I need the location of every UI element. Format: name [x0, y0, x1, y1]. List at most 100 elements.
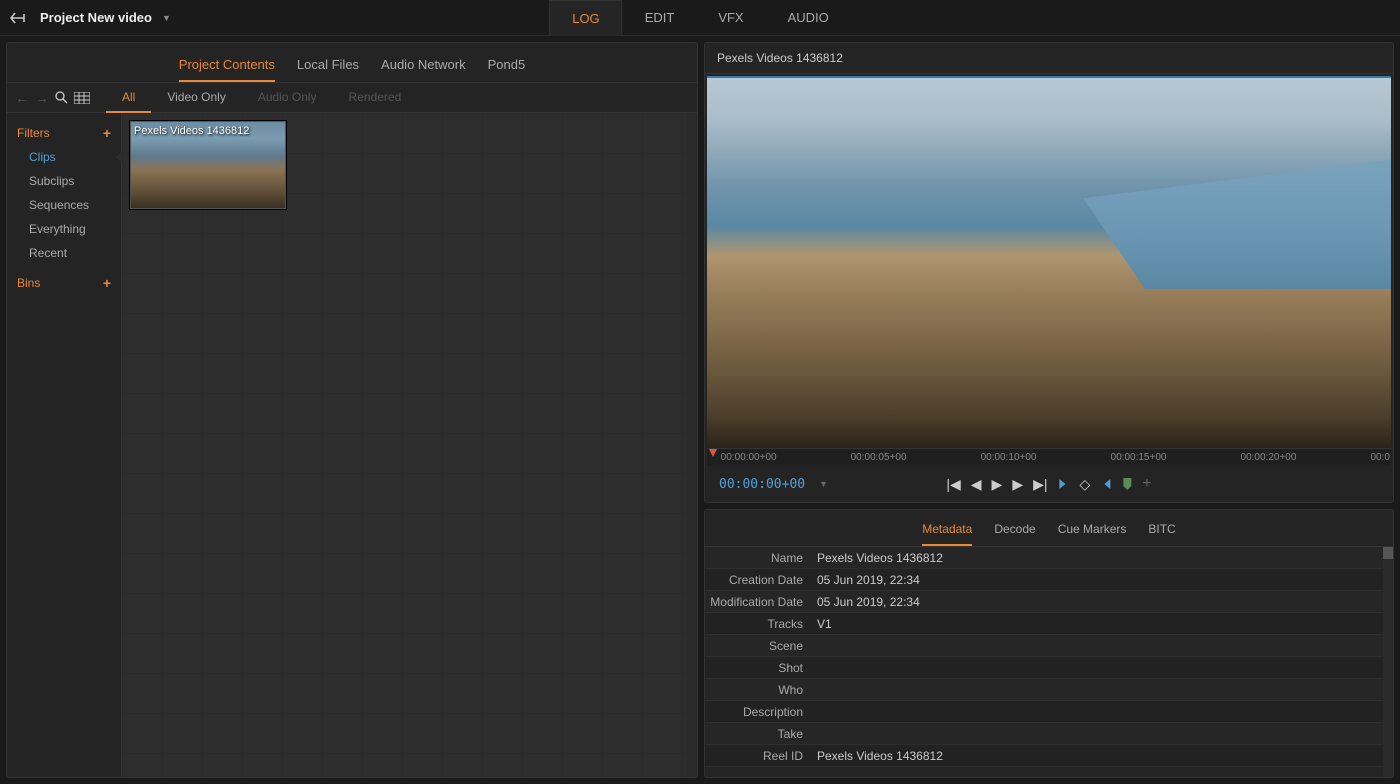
sidebar-bins-header: Bins +	[7, 271, 121, 295]
filter-all[interactable]: All	[106, 83, 151, 113]
metadata-row: Who	[705, 679, 1393, 701]
playhead-icon[interactable]	[709, 449, 717, 457]
timeline-ruler[interactable]: 00:00:00+00 00:00:05+00 00:00:10+00 00:0…	[707, 448, 1391, 466]
chevron-down-icon[interactable]: ▼	[819, 479, 828, 489]
tab-audio[interactable]: AUDIO	[766, 0, 851, 36]
tab-cue-markers[interactable]: Cue Markers	[1058, 516, 1127, 546]
metadata-body: NamePexels Videos 1436812 Creation Date0…	[705, 547, 1393, 777]
tab-edit[interactable]: EDIT	[623, 0, 697, 36]
filter-video-only[interactable]: Video Only	[151, 83, 241, 113]
ruler-mark: 00:0	[1370, 452, 1389, 463]
go-to-start-button[interactable]: |◀	[946, 476, 960, 493]
meta-label: Take	[705, 727, 811, 741]
top-bar: Project New video ▼ LOG EDIT VFX AUDIO	[0, 0, 1400, 36]
step-back-button[interactable]: ◀	[971, 476, 982, 493]
tab-log[interactable]: LOG	[549, 0, 622, 36]
tab-local-files[interactable]: Local Files	[297, 51, 359, 82]
add-bin-button[interactable]: +	[103, 275, 111, 291]
source-tabs: Project Contents Local Files Audio Netwo…	[7, 43, 697, 83]
metadata-row: Shot	[705, 657, 1393, 679]
main-area: Project Contents Local Files Audio Netwo…	[0, 36, 1400, 784]
sidebar: Filters + Clips Subclips Sequences Every…	[7, 113, 122, 777]
meta-value[interactable]: Pexels Videos 1436812	[811, 551, 943, 565]
scrollbar-thumb[interactable]	[1383, 547, 1393, 559]
meta-label: Description	[705, 705, 811, 719]
sidebar-item-subclips[interactable]: Subclips	[7, 169, 121, 193]
filter-rendered[interactable]: Rendered	[333, 83, 418, 113]
browser-panel: Project Contents Local Files Audio Netwo…	[6, 42, 698, 778]
play-button[interactable]: ▶	[992, 476, 1003, 493]
project-title-dropdown[interactable]: Project New video ▼	[40, 10, 171, 25]
metadata-row: Description	[705, 701, 1393, 723]
tab-bitc[interactable]: BITC	[1148, 516, 1175, 546]
meta-value[interactable]: 05 Jun 2019, 22:34	[811, 573, 920, 587]
metadata-row: Reel IDPexels Videos 1436812	[705, 745, 1393, 767]
clear-marks-button[interactable]: ◇	[1080, 476, 1091, 493]
filter-audio-only[interactable]: Audio Only	[242, 83, 333, 113]
metadata-tabs: Metadata Decode Cue Markers BITC	[705, 510, 1393, 547]
ruler-mark: 00:00:05+00	[851, 452, 907, 463]
meta-value[interactable]: Pexels Videos 1436812	[811, 749, 943, 763]
tab-decode[interactable]: Decode	[994, 516, 1035, 546]
sidebar-filters-header: Filters +	[7, 121, 121, 145]
meta-label: Tracks	[705, 617, 811, 631]
clip-grid[interactable]: Pexels Videos 1436812	[122, 113, 697, 777]
meta-label: Scene	[705, 639, 811, 653]
step-forward-button[interactable]: ▶	[1012, 476, 1023, 493]
filters-label: Filters	[17, 126, 50, 140]
meta-label: Shot	[705, 661, 811, 675]
meta-value[interactable]: 05 Jun 2019, 22:34	[811, 595, 920, 609]
workspace-tabs: LOG EDIT VFX AUDIO	[549, 0, 851, 36]
sidebar-item-recent[interactable]: Recent	[7, 241, 121, 265]
metadata-scrollbar[interactable]	[1383, 547, 1393, 777]
meta-label: Name	[705, 551, 811, 565]
sidebar-item-sequences[interactable]: Sequences	[7, 193, 121, 217]
metadata-panel: Metadata Decode Cue Markers BITC NamePex…	[704, 509, 1394, 778]
clip-thumbnail[interactable]: Pexels Videos 1436812	[130, 121, 286, 209]
meta-label: Reel ID	[705, 749, 811, 763]
tab-metadata[interactable]: Metadata	[922, 516, 972, 546]
metadata-row: TracksV1	[705, 613, 1393, 635]
transport-controls: 00:00:00+00 ▼ |◀ ◀ ▶ ▶ ▶| ◇ +	[705, 466, 1393, 502]
metadata-row: Modification Date05 Jun 2019, 22:34	[705, 591, 1393, 613]
project-title-label: Project New video	[40, 10, 152, 25]
go-to-end-button[interactable]: ▶|	[1033, 476, 1047, 493]
bins-label: Bins	[17, 276, 40, 290]
viewer-panel: Pexels Videos 1436812 00:00:00+00 00:00:…	[704, 42, 1394, 503]
add-marker-button[interactable]	[1122, 477, 1132, 491]
ruler-mark: 00:00:20+00	[1241, 452, 1297, 463]
tab-vfx[interactable]: VFX	[696, 0, 765, 36]
nav-forward-icon[interactable]: →	[35, 90, 49, 106]
meta-value[interactable]: V1	[811, 617, 832, 631]
meta-label: Who	[705, 683, 811, 697]
timecode-display[interactable]: 00:00:00+00	[719, 477, 805, 492]
tab-pond5[interactable]: Pond5	[488, 51, 526, 82]
metadata-row: NamePexels Videos 1436812	[705, 547, 1393, 569]
clip-grid-scrollbar[interactable]	[687, 113, 697, 777]
mark-out-button[interactable]	[1100, 477, 1112, 491]
back-icon[interactable]	[10, 10, 28, 26]
video-preview	[707, 78, 1391, 448]
metadata-row: Creation Date05 Jun 2019, 22:34	[705, 569, 1393, 591]
sidebar-item-everything[interactable]: Everything	[7, 217, 121, 241]
mark-in-button[interactable]	[1058, 477, 1070, 491]
metadata-row: Take	[705, 723, 1393, 745]
nav-back-icon[interactable]: ←	[15, 90, 29, 106]
meta-label: Modification Date	[705, 595, 811, 609]
metadata-row: Scene	[705, 635, 1393, 657]
tab-audio-network[interactable]: Audio Network	[381, 51, 466, 82]
ruler-mark: 00:00:10+00	[981, 452, 1037, 463]
viewer-frame[interactable]	[707, 76, 1391, 448]
search-icon[interactable]	[55, 91, 68, 104]
add-button[interactable]: +	[1142, 475, 1151, 493]
sidebar-item-clips[interactable]: Clips	[7, 145, 121, 169]
filter-row: ← → All Video Only Audio Only Rendered	[7, 83, 697, 113]
tab-project-contents[interactable]: Project Contents	[179, 51, 275, 82]
meta-label: Creation Date	[705, 573, 811, 587]
ruler-mark: 00:00:15+00	[1111, 452, 1167, 463]
add-filter-button[interactable]: +	[103, 125, 111, 141]
ruler-mark: 00:00:00+00	[721, 452, 777, 463]
grid-view-icon[interactable]	[74, 92, 90, 104]
chevron-down-icon: ▼	[162, 13, 171, 23]
clip-name-label: Pexels Videos 1436812	[134, 125, 249, 137]
